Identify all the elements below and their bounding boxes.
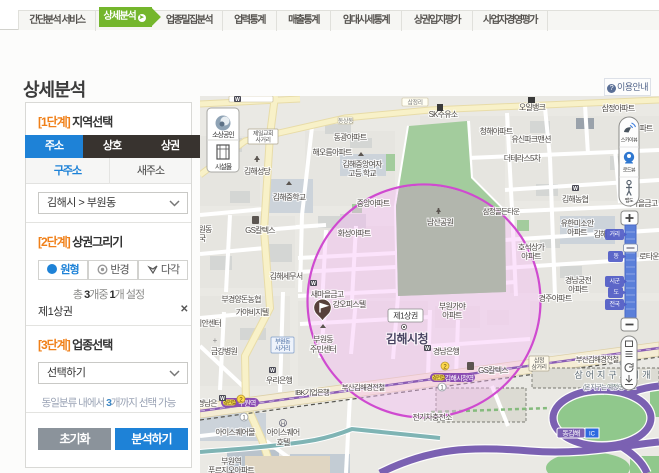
svg-text:IBK기업은행: IBK기업은행 (295, 387, 330, 397)
svg-text:전국: 전국 (609, 300, 620, 308)
svg-text:더테라스5차: 더테라스5차 (504, 154, 542, 163)
svg-text:동김해: 동김해 (562, 429, 579, 438)
svg-text:사거리: 사거리 (255, 136, 270, 144)
svg-text:파트: 파트 (639, 124, 653, 133)
svg-text:아파트: 아파트 (521, 251, 541, 261)
svg-text:로타운: 로타운 (639, 252, 659, 261)
svg-text:경남궁전: 경남궁전 (565, 275, 592, 285)
svg-text:삼어지구도시개: 삼어지구도시개 (575, 370, 654, 380)
svg-text:중앙아파트: 중앙아파트 (357, 198, 390, 208)
svg-text:해오름아파트: 해오름아파트 (312, 147, 352, 157)
svg-text:부경양돈농협: 부경양돈농협 (221, 294, 261, 304)
svg-text:아파트: 아파트 (442, 310, 462, 320)
svg-text:제1상권: 제1상권 (393, 311, 418, 321)
svg-text:김해농협: 김해농협 (562, 194, 589, 204)
svg-text:W: W (425, 346, 430, 352)
svg-text:가야비지텔: 가야비지텔 (236, 307, 269, 317)
svg-text:SK주유소: SK주유소 (429, 110, 458, 119)
svg-text:부원역: 부원역 (221, 456, 241, 466)
svg-text:동상동: 동상동 (338, 117, 354, 125)
svg-text:아이스퀘어몰: 아이스퀘어몰 (215, 427, 255, 437)
svg-text:삼정아파트: 삼정아파트 (602, 103, 635, 113)
svg-text:부산김해경전철: 부산김해경전철 (576, 354, 620, 364)
svg-text:강오피스텔: 강오피스텔 (333, 299, 366, 309)
svg-text:아파트: 아파트 (568, 284, 588, 294)
svg-text:GS칼텍스: GS칼텍스 (245, 225, 275, 235)
svg-text:김해중학교: 김해중학교 (273, 192, 306, 202)
svg-text:GS칼텍스: GS칼텍스 (478, 365, 508, 375)
svg-text:치안센터: 치안센터 (200, 318, 222, 328)
svg-text:호텔: 호텔 (276, 438, 290, 447)
svg-text:오일뱅크: 오일뱅크 (519, 102, 546, 112)
svg-text:아파트: 아파트 (567, 227, 587, 237)
svg-text:거리: 거리 (609, 230, 619, 238)
svg-text:원동: 원동 (200, 225, 212, 234)
svg-text:김해시청: 김해시청 (386, 331, 428, 346)
svg-text:부원동: 부원동 (275, 338, 291, 346)
svg-text:경전철: 경전철 (432, 375, 445, 382)
svg-text:삼거리: 삼거리 (531, 363, 546, 371)
svg-text:스카이뷰: 스카이뷰 (621, 137, 638, 144)
svg-text:맵도: 맵도 (625, 197, 634, 204)
svg-text:금강병원: 금강병원 (211, 346, 238, 356)
svg-text:경남은행: 경남은행 (433, 346, 460, 356)
svg-text:+: + (213, 336, 218, 345)
svg-text:제일교회: 제일교회 (253, 130, 273, 138)
svg-text:부원가야: 부원가야 (439, 301, 467, 311)
svg-text:주민센터: 주민센터 (310, 344, 337, 354)
svg-text:H: H (281, 422, 285, 428)
svg-text:새마을금고: 새마을금고 (311, 290, 344, 299)
svg-text:고등 학교: 고등 학교 (348, 168, 376, 178)
svg-text:우리은행: 우리은행 (266, 375, 293, 385)
svg-text:부산김해경전철: 부산김해경전철 (342, 382, 386, 392)
svg-text:삼정: 삼정 (534, 357, 544, 365)
svg-text:W: W (573, 186, 578, 192)
svg-text:청해아파트: 청해아파트 (480, 126, 513, 136)
svg-text:W: W (235, 97, 240, 103)
svg-text:경주아파트: 경주아파트 (539, 293, 572, 303)
svg-text:유한미소안: 유한미소안 (561, 218, 595, 228)
svg-text:동광아파트: 동광아파트 (334, 132, 367, 142)
svg-text:김해세무서: 김해세무서 (270, 271, 303, 281)
svg-text:로드뷰: 로드뷰 (623, 168, 636, 174)
svg-text:김해시청역: 김해시청역 (445, 374, 474, 383)
svg-text:김해중앙여자: 김해중앙여자 (342, 159, 383, 169)
svg-text:호석상가: 호석상가 (518, 242, 546, 252)
svg-text:남산공원: 남산공원 (427, 217, 454, 227)
svg-text:김해: 김해 (593, 229, 607, 239)
svg-text:시군: 시군 (609, 278, 620, 285)
svg-text:사거리: 사거리 (275, 345, 290, 353)
svg-text:W: W (220, 396, 225, 402)
svg-text:경남은: 경남은 (200, 398, 217, 408)
svg-text:국: 국 (200, 234, 206, 243)
svg-text:삼정리: 삼정리 (407, 99, 422, 107)
svg-text:시설물: 시설물 (215, 163, 233, 171)
svg-text:W: W (311, 281, 316, 287)
svg-text:화성아파트: 화성아파트 (338, 228, 371, 238)
svg-text:W: W (270, 368, 275, 374)
svg-text:소상공인: 소상공인 (212, 130, 234, 139)
svg-text:삼정골든타운: 삼정골든타운 (483, 206, 520, 216)
svg-text:아이스퀘어: 아이스퀘어 (267, 427, 300, 437)
svg-text:김해성당: 김해성당 (244, 166, 272, 176)
svg-text:유신파크맨션: 유신파크맨션 (511, 134, 551, 144)
svg-text:푸르지오아파트: 푸르지오아파트 (208, 465, 254, 473)
svg-text:전기차충전소: 전기차충전소 (412, 412, 452, 422)
svg-text:IC: IC (589, 432, 596, 438)
svg-text:부원동: 부원동 (313, 335, 333, 344)
